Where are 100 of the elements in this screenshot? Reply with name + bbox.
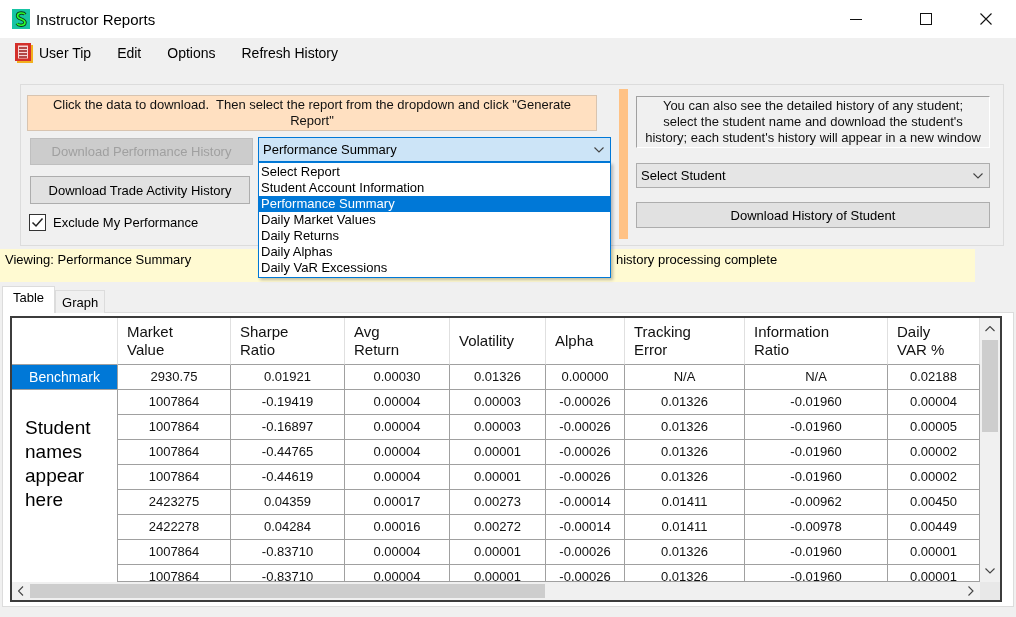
column-header[interactable]: Sharpe Ratio — [231, 318, 345, 365]
column-header[interactable]: Volatility — [450, 318, 546, 365]
table-cell: 0.00004 — [345, 415, 450, 440]
download-button[interactable]: Download Trade Activity History — [30, 176, 250, 204]
table-cell: 0.00004 — [345, 465, 450, 490]
window-title: Instructor Reports — [36, 10, 156, 28]
column-header[interactable]: Tracking Error — [625, 318, 745, 365]
table-cell: 0.01326 — [625, 415, 745, 440]
table-cell: 0.00001 — [450, 540, 546, 565]
close-icon[interactable] — [980, 13, 992, 25]
table-cell: 0.00004 — [345, 440, 450, 465]
table-cell: 0.01411 — [625, 490, 745, 515]
table-cell: 1007864 — [118, 415, 231, 440]
download-button[interactable]: Download History of Student — [636, 202, 990, 228]
table-cell: 0.00003 — [450, 415, 546, 440]
annotation-text: Student names appear here — [25, 416, 92, 512]
column-header[interactable]: Information Ratio — [745, 318, 888, 365]
table-cell: 1007864 — [118, 440, 231, 465]
info-text-box: You can also see the detailed history of any student; select the student name and download the student's history; each student's history will appear in a new window — [636, 96, 990, 148]
horizontal-scrollbar[interactable] — [12, 582, 980, 600]
table-cell: -0.01960 — [745, 465, 888, 490]
table-cell: 0.01326 — [625, 540, 745, 565]
maximize-icon[interactable] — [920, 13, 932, 25]
table-cell: -0.19419 — [231, 390, 345, 415]
table-cell: -0.44765 — [231, 440, 345, 465]
dropdown-option[interactable]: Student Account Information — [259, 180, 610, 196]
tab[interactable]: Table — [2, 286, 56, 313]
table-cell: 0.01326 — [625, 465, 745, 490]
table-cell: 0.00030 — [345, 365, 450, 390]
table-cell: 0.00272 — [450, 515, 546, 540]
scrollbar-thumb[interactable] — [982, 340, 998, 432]
checkbox-label[interactable]: Exclude My Performance — [53, 215, 199, 230]
table-cell: -0.01960 — [745, 390, 888, 415]
table-cell: 0.00016 — [345, 515, 450, 540]
chevron-down-icon[interactable] — [985, 568, 995, 574]
table-cell: 0.04359 — [231, 490, 345, 515]
table-cell: -0.01960 — [745, 540, 888, 565]
table-cell: 0.01326 — [625, 390, 745, 415]
menu-item[interactable]: Edit — [104, 40, 155, 66]
table-cell: 2422278 — [118, 515, 231, 540]
dropdown-option[interactable]: Daily VaR Excessions — [259, 260, 610, 276]
table-cell: 0.00001 — [450, 440, 546, 465]
table-cell: N/A — [625, 365, 745, 390]
dropdown-option[interactable]: Daily Market Values — [259, 212, 610, 228]
dropdown-option[interactable]: Daily Returns — [259, 228, 610, 244]
scrollbar-thumb[interactable] — [30, 584, 545, 598]
menu-item[interactable]: Refresh History — [228, 40, 351, 66]
table-cell: 0.04284 — [231, 515, 345, 540]
tab[interactable]: Graph — [55, 290, 106, 313]
table-cell: -0.01960 — [745, 440, 888, 465]
table-cell: -0.83710 — [231, 540, 345, 565]
table-cell: -0.00014 — [546, 490, 625, 515]
table-cell: -0.00962 — [745, 490, 888, 515]
table-cell: -0.00026 — [546, 440, 625, 465]
chevron-up-icon[interactable] — [985, 326, 995, 332]
table-cell: 2423275 — [118, 490, 231, 515]
app-logo-icon — [12, 9, 30, 29]
table-cell: 0.00004 — [345, 390, 450, 415]
table-cell: 1007864 — [118, 540, 231, 565]
chevron-down-icon — [594, 146, 604, 153]
notebook-icon — [15, 43, 33, 63]
table-cell: -0.00026 — [546, 540, 625, 565]
minimize-icon[interactable] — [850, 18, 862, 20]
table-cell: -0.00978 — [745, 515, 888, 540]
report-dropdown[interactable]: Performance Summary — [258, 137, 611, 162]
table-cell: 1007864 — [118, 390, 231, 415]
table-cell: -0.01960 — [745, 415, 888, 440]
table-cell: N/A — [745, 365, 888, 390]
student-dropdown[interactable]: Select Student — [636, 163, 990, 188]
column-header[interactable]: Avg Return — [345, 318, 450, 365]
status-text: Viewing: Performance Summary — [5, 252, 192, 268]
table-cell: -0.00026 — [546, 390, 625, 415]
table-cell: 0.00003 — [450, 390, 546, 415]
checkbox[interactable] — [29, 214, 46, 231]
table-cell: 2930.75 — [118, 365, 231, 390]
dropdown-option[interactable]: Daily Alphas — [259, 244, 610, 260]
table-cell: 0.01921 — [231, 365, 345, 390]
column-header[interactable]: Alpha — [546, 318, 625, 365]
table-cell: 0.01326 — [450, 365, 546, 390]
status-message: history processing complete — [616, 252, 778, 268]
table-cell: 0.00001 — [450, 465, 546, 490]
instructions-banner: Click the data to download. Then select the report from the dropdown and click "Generate Report" — [27, 95, 597, 131]
table-cell: -0.00026 — [546, 415, 625, 440]
dropdown-option[interactable]: Select Report — [259, 164, 610, 180]
vertical-scrollbar[interactable] — [980, 318, 1000, 582]
table-cell: -0.00026 — [546, 465, 625, 490]
table-cell: -0.16897 — [231, 415, 345, 440]
chevron-left-icon[interactable] — [18, 586, 24, 596]
menu-item[interactable]: User Tip — [2, 40, 105, 66]
column-header[interactable]: Market Value — [118, 318, 231, 365]
table-cell: 0.01326 — [625, 440, 745, 465]
table-cell: 0.00000 — [546, 365, 625, 390]
table-cell: -0.44619 — [231, 465, 345, 490]
chevron-down-icon — [973, 172, 983, 179]
row-header[interactable]: Benchmark — [12, 365, 118, 390]
chevron-right-icon[interactable] — [968, 586, 974, 596]
dropdown-option[interactable]: Performance Summary — [259, 196, 610, 212]
menu-item[interactable]: Options — [154, 40, 229, 66]
table-cell: 0.00017 — [345, 490, 450, 515]
table-cell: -0.00014 — [546, 515, 625, 540]
